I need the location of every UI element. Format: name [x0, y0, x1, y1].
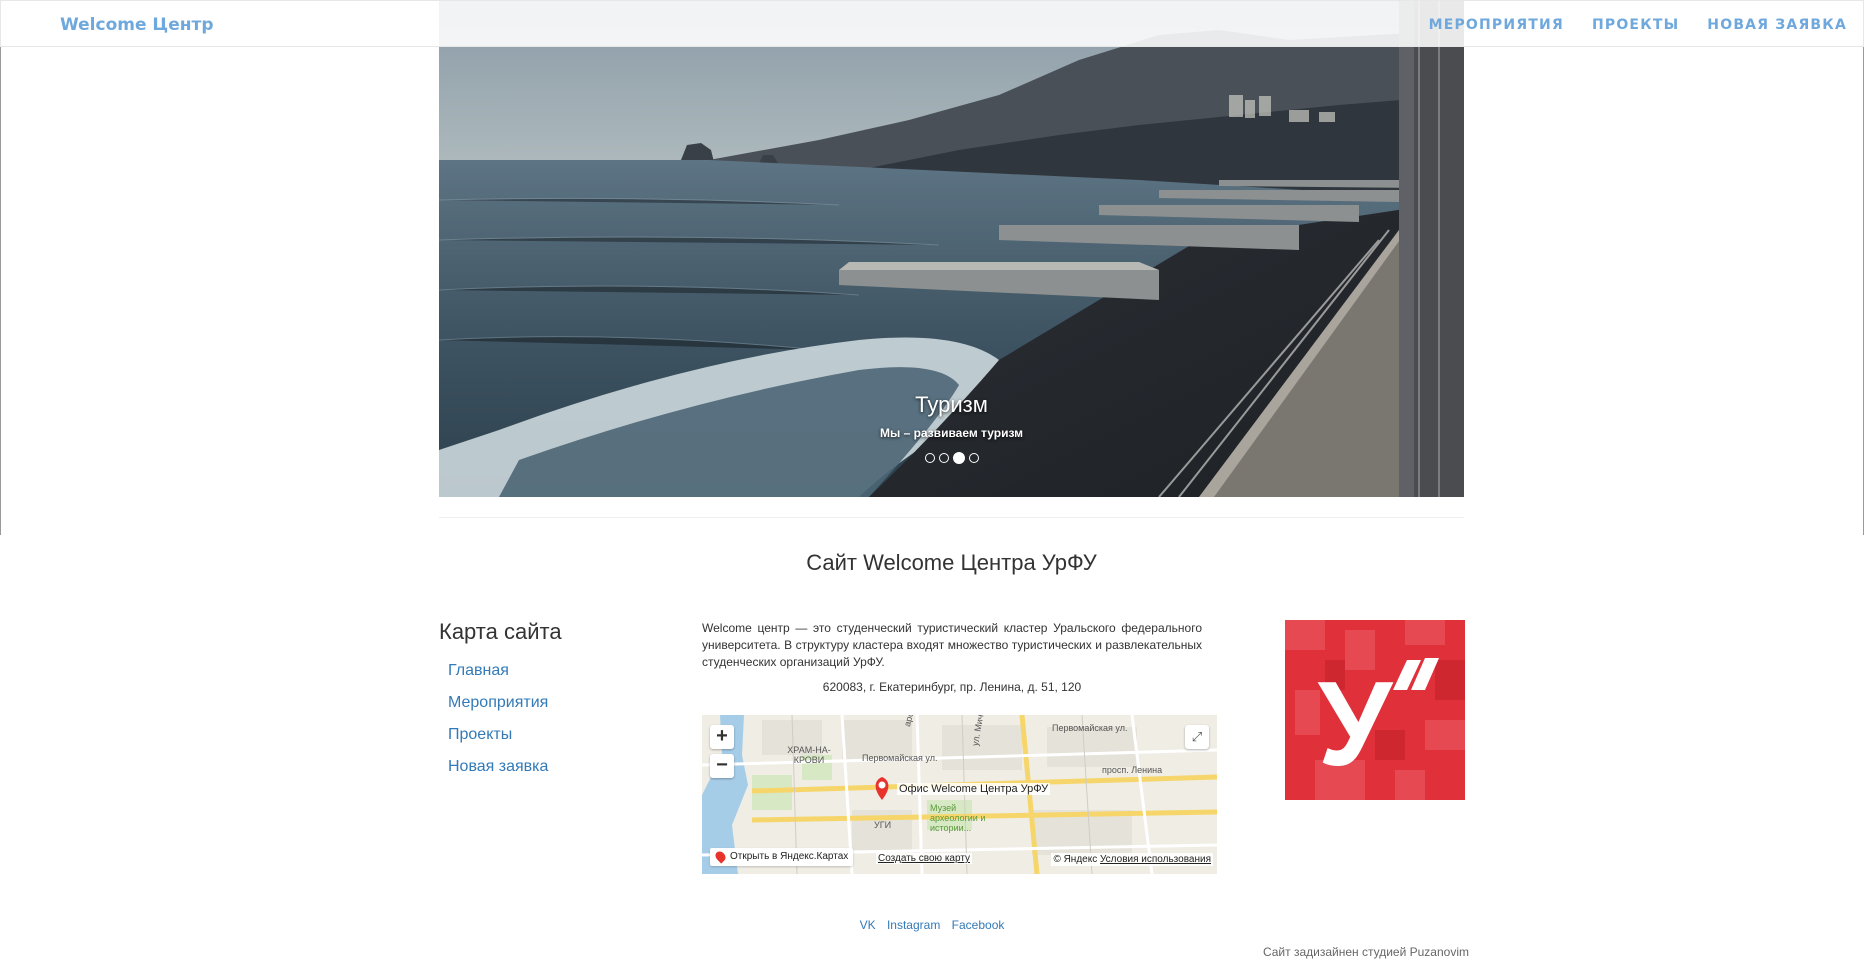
- map-street-label: Первомайская ул.: [862, 753, 938, 763]
- sitemap-link-new-request[interactable]: Новая заявка: [448, 758, 548, 775]
- map-zoom-in-button[interactable]: +: [710, 725, 734, 749]
- map-street-label: просп. Ленина: [1102, 765, 1163, 775]
- slide-title: Туризм: [915, 392, 988, 417]
- carousel-indicator-active[interactable]: [952, 452, 965, 464]
- page-title: Сайт Welcome Центра УрФУ: [806, 550, 1097, 575]
- urfu-logo: У: [1285, 620, 1465, 800]
- address-text: 620083, г. Екатеринбург, пр. Ленина, д. …: [822, 680, 1082, 694]
- nav-menu: МЕРОПРИЯТИЯ ПРОЕКТЫ НОВАЯ ЗАЯВКА: [1429, 17, 1847, 33]
- facebook-link[interactable]: Facebook: [952, 918, 1005, 932]
- nav-link-events[interactable]: МЕРОПРИЯТИЯ: [1429, 17, 1564, 33]
- nav-link-projects[interactable]: ПРОЕКТЫ: [1592, 17, 1679, 33]
- sitemap-link-home[interactable]: Главная: [448, 662, 509, 679]
- open-yandex-maps-label: Открыть в Яндекс.Картах: [730, 851, 849, 862]
- carousel-indicator[interactable]: [924, 453, 935, 463]
- brand-link[interactable]: Welcome Центр: [60, 15, 214, 35]
- sitemap-title: Карта сайта: [439, 619, 562, 644]
- map-poi-label: Музей археологии и истории...: [930, 803, 986, 833]
- instagram-link[interactable]: Instagram: [887, 918, 940, 932]
- map-poi-label: УГИ: [874, 820, 892, 830]
- logo-letter: У: [1318, 657, 1394, 791]
- map-street-label: Первомайская ул.: [1052, 723, 1128, 733]
- nav-link-new-request[interactable]: НОВАЯ ЗАЯВКА: [1707, 17, 1847, 33]
- footer-credit: Сайт задизайнен студией Puzanovim: [1262, 945, 1469, 959]
- vk-link[interactable]: VK: [860, 918, 876, 932]
- carousel-indicator[interactable]: [968, 453, 979, 463]
- map-copyright: © Яндекс Условия использования: [1051, 853, 1213, 866]
- terms-link[interactable]: Условия использования: [1100, 854, 1211, 865]
- map-marker-label: Офис Welcome Центра УрФУ: [897, 783, 1051, 795]
- sitemap-link-projects[interactable]: Проекты: [448, 726, 512, 743]
- about-text: Welcome центр — это студенческий туристи…: [702, 621, 1202, 669]
- divider: [439, 517, 1464, 518]
- social-links: VK Instagram Facebook: [0, 918, 1864, 932]
- hero-carousel[interactable]: Туризм Мы – развиваем туризм: [439, 0, 1464, 497]
- create-map-link[interactable]: Создать свою карту: [876, 853, 973, 864]
- map-zoom-out-button[interactable]: −: [710, 754, 734, 778]
- carousel-indicators: [439, 452, 1464, 464]
- navbar: Welcome Центр МЕРОПРИЯТИЯ ПРОЕКТЫ НОВАЯ …: [0, 0, 1864, 47]
- yandex-map[interactable]: Первомайская ул. Первомайская ул. просп.…: [702, 715, 1217, 874]
- sitemap-link-events[interactable]: Мероприятия: [448, 694, 548, 711]
- slide-text: Мы – развиваем туризм: [879, 426, 1023, 440]
- map-fullscreen-icon[interactable]: ⤢: [1185, 725, 1209, 749]
- sitemap-list: Главная Мероприятия Проекты Новая заявка: [448, 662, 548, 790]
- map-poi-label: ХРАМ-НА-КРОВИ: [787, 745, 831, 765]
- map-pin-icon: [713, 849, 728, 864]
- carousel-indicator[interactable]: [938, 453, 949, 463]
- open-yandex-maps-link[interactable]: Открыть в Яндекс.Картах: [710, 848, 854, 866]
- yandex-copyright: © Яндекс: [1053, 854, 1098, 865]
- sea-photo: [439, 0, 1464, 497]
